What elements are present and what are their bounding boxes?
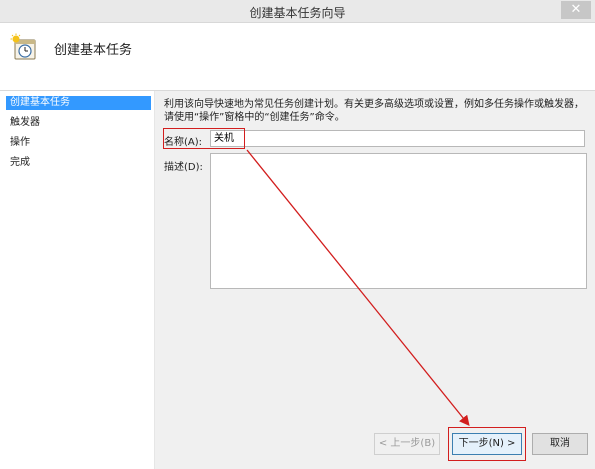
- cancel-button[interactable]: 取消: [532, 433, 588, 455]
- close-button[interactable]: ✕: [561, 1, 591, 19]
- wizard-header: 创建基本任务: [0, 23, 595, 91]
- wizard-window: 创建基本任务向导 ✕ 创建基本任务 创建基本任务 触发器 操作 完成 利用该向导…: [0, 0, 595, 469]
- annotation-box-name: [163, 128, 245, 149]
- window-title: 创建基本任务向导: [249, 6, 346, 20]
- description-label: 描述(D):: [164, 162, 203, 173]
- task-clock-icon: [10, 33, 36, 60]
- title-bar: 创建基本任务向导 ✕: [0, 0, 595, 23]
- name-input[interactable]: [210, 130, 585, 147]
- wizard-heading: 创建基本任务: [54, 43, 133, 58]
- description-input[interactable]: [210, 153, 587, 289]
- step-trigger[interactable]: 触发器: [6, 116, 151, 130]
- intro-text: 利用该向导快速地为常见任务创建计划。有关更多高级选项或设置，例如多任务操作或触发…: [164, 99, 584, 123]
- step-create-basic-task[interactable]: 创建基本任务: [6, 96, 151, 110]
- step-finish[interactable]: 完成: [6, 156, 151, 170]
- step-action[interactable]: 操作: [6, 136, 151, 150]
- back-button[interactable]: < 上一步(B): [374, 433, 440, 455]
- wizard-steps: 创建基本任务 触发器 操作 完成: [0, 91, 155, 469]
- annotation-box-next: [448, 427, 526, 461]
